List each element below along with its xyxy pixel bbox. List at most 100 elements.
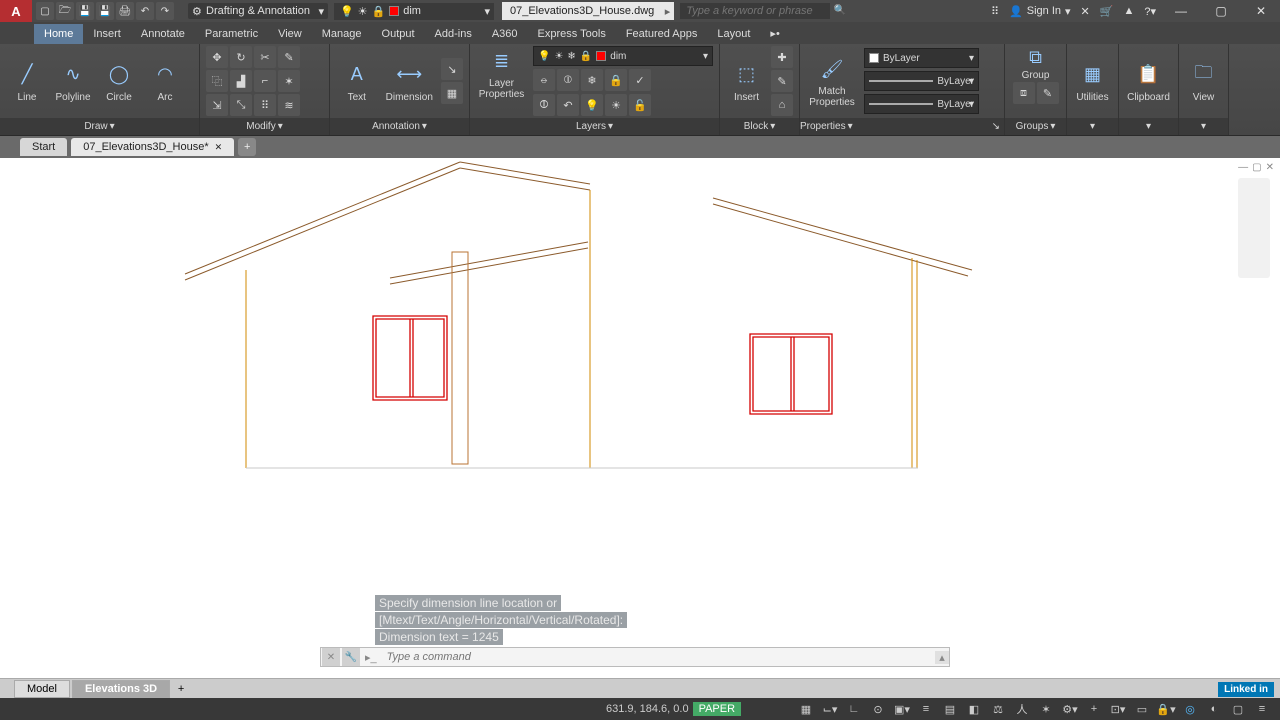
dimension-tool[interactable]: ⟷Dimension — [382, 60, 437, 103]
annotation-scale-icon[interactable]: ⚖ — [987, 700, 1009, 718]
app-logo[interactable]: A — [0, 0, 32, 22]
minimize-button[interactable]: — — [1166, 0, 1196, 22]
redo-icon[interactable]: ↷ — [156, 2, 174, 20]
tab-view[interactable]: View — [268, 24, 312, 44]
file-tab-start[interactable]: Start — [20, 138, 67, 156]
explode-icon[interactable]: ✶ — [278, 70, 300, 92]
titlebar-layer-dropdown[interactable]: 💡 ☀ 🔒 dim — [334, 3, 494, 20]
tab-insert[interactable]: Insert — [83, 24, 131, 44]
clean-screen-icon[interactable]: ▢ — [1227, 700, 1249, 718]
drawing-canvas[interactable]: —▢✕ — [0, 158, 1280, 675]
leader-icon[interactable]: ↘ — [441, 58, 463, 80]
tab-output[interactable]: Output — [372, 24, 425, 44]
grid-icon[interactable]: ▦ — [795, 700, 817, 718]
tab-manage[interactable]: Manage — [312, 24, 372, 44]
tab-a360[interactable]: A360 — [482, 24, 528, 44]
layer-lock-icon[interactable]: 🔒 — [605, 69, 627, 91]
panel-layers-title[interactable]: Layers — [576, 121, 613, 132]
layer-unlock-icon[interactable]: 🔓 — [629, 94, 651, 116]
panel-annotation-title[interactable]: Annotation — [372, 121, 427, 132]
customize-icon[interactable]: ≡ — [1251, 700, 1273, 718]
space-toggle[interactable]: PAPER — [693, 702, 741, 716]
panel-properties-title[interactable]: Properties — [800, 121, 853, 132]
file-tab-close-icon[interactable]: ✕ — [215, 142, 223, 153]
osnap-icon[interactable]: ▣▾ — [891, 700, 913, 718]
tab-add-ins[interactable]: Add-ins — [425, 24, 482, 44]
clipboard-button[interactable]: 📋Clipboard — [1125, 60, 1172, 103]
table-icon[interactable]: ▦ — [441, 82, 463, 104]
isolate-objects-icon[interactable]: ◎ — [1179, 700, 1201, 718]
layer-make-current-icon[interactable]: ✓ — [629, 69, 651, 91]
lineweight-toggle-icon[interactable]: ≡ — [915, 700, 937, 718]
save-icon[interactable]: 💾 — [76, 2, 94, 20]
workspace-switch-icon[interactable]: ⚙▾ — [1059, 700, 1081, 718]
tab-parametric[interactable]: Parametric — [195, 24, 268, 44]
quick-properties-icon[interactable]: ▭ — [1131, 700, 1153, 718]
line-tool[interactable]: ╱Line — [6, 60, 48, 103]
panel-utilities-title[interactable]: ▾ — [1090, 121, 1095, 132]
layer-iso-icon[interactable]: ⦶ — [557, 69, 579, 91]
exchange-icon[interactable]: ✕ — [1081, 5, 1090, 18]
polyline-tool[interactable]: ∿Polyline — [52, 60, 94, 103]
maximize-button[interactable]: ▢ — [1206, 0, 1236, 22]
erase-icon[interactable]: ✎ — [278, 46, 300, 68]
text-tool[interactable]: AText — [336, 60, 378, 103]
command-recent-icon[interactable]: 🔧 — [342, 648, 360, 666]
workspace-dropdown[interactable]: Drafting & Annotation — [188, 3, 328, 19]
snap-icon[interactable]: ⌙▾ — [819, 700, 841, 718]
circle-tool[interactable]: ◯Circle — [98, 60, 140, 103]
block-attr-icon[interactable]: ⌂ — [771, 94, 793, 116]
help-search-input[interactable] — [686, 5, 824, 17]
panel-view-title[interactable]: ▾ — [1201, 121, 1206, 132]
array-icon[interactable]: ⠿ — [254, 94, 276, 116]
panel-clipboard-title[interactable]: ▾ — [1146, 121, 1151, 132]
ribbon-play-icon[interactable]: ▸• — [760, 23, 789, 44]
ungroup-icon[interactable]: ⧈ — [1013, 82, 1035, 104]
utilities-button[interactable]: ▦Utilities — [1073, 60, 1112, 103]
rotate-icon[interactable]: ↻ — [230, 46, 252, 68]
block-edit-icon[interactable]: ✎ — [771, 70, 793, 92]
block-insert-button[interactable]: ⬚Insert — [726, 60, 767, 103]
annotation-visibility-icon[interactable]: 人 — [1011, 700, 1033, 718]
plot-icon[interactable]: 🖨 — [116, 2, 134, 20]
panel-block-title[interactable]: Block — [744, 121, 775, 132]
layer-properties-button[interactable]: ≣ Layer Properties — [476, 46, 527, 100]
block-create-icon[interactable]: ✚ — [771, 46, 793, 68]
lineweight-dropdown[interactable]: ByLayer — [864, 71, 979, 91]
panel-draw-title[interactable]: Draw — [84, 121, 114, 132]
offset-icon[interactable]: ≋ — [278, 94, 300, 116]
copy-icon[interactable]: ⿻ — [206, 70, 228, 92]
help-icon[interactable]: ?▾ — [1144, 5, 1156, 18]
command-close-icon[interactable]: ✕ — [322, 648, 340, 666]
command-expand-icon[interactable]: ▴ — [935, 651, 949, 664]
layout-tab-model[interactable]: Model — [14, 680, 70, 698]
layer-prev-icon[interactable]: ↶ — [557, 94, 579, 116]
view-button[interactable]: 🗀View — [1185, 60, 1222, 103]
autodesk-account-icon[interactable]: ⠿ — [991, 5, 999, 18]
ortho-icon[interactable]: ∟ — [843, 700, 865, 718]
command-line[interactable]: ✕ 🔧 ▸_ ▴ — [320, 647, 950, 667]
layer-on-icon[interactable]: 💡 — [581, 94, 603, 116]
match-properties-button[interactable]: 🖌 Match Properties — [806, 54, 858, 108]
units-icon[interactable]: ⊡▾ — [1107, 700, 1129, 718]
selection-cycling-icon[interactable]: ◧ — [963, 700, 985, 718]
fillet-icon[interactable]: ⌐ — [254, 70, 276, 92]
a360-icon[interactable]: ▲ — [1123, 5, 1134, 17]
saveas-icon[interactable]: 💾 — [96, 2, 114, 20]
tab-express-tools[interactable]: Express Tools — [528, 24, 616, 44]
new-icon[interactable]: ▢ — [36, 2, 54, 20]
linetype-dropdown[interactable]: ByLayer — [864, 94, 979, 114]
layout-tab-active[interactable]: Elevations 3D — [72, 680, 170, 698]
tab-annotate[interactable]: Annotate — [131, 24, 195, 44]
layer-match-icon[interactable]: ⦷ — [533, 94, 555, 116]
undo-icon[interactable]: ↶ — [136, 2, 154, 20]
annotation-monitor-icon[interactable]: + — [1083, 700, 1105, 718]
mirror-icon[interactable]: ▟ — [230, 70, 252, 92]
polar-icon[interactable]: ⊙ — [867, 700, 889, 718]
panel-modify-title[interactable]: Modify — [246, 121, 282, 132]
file-tab-add[interactable]: + — [238, 138, 256, 156]
tab-featured-apps[interactable]: Featured Apps — [616, 24, 708, 44]
layout-tab-add[interactable]: + — [172, 683, 190, 695]
scale-icon[interactable]: ⤡ — [230, 94, 252, 116]
color-dropdown[interactable]: ByLayer — [864, 48, 979, 68]
